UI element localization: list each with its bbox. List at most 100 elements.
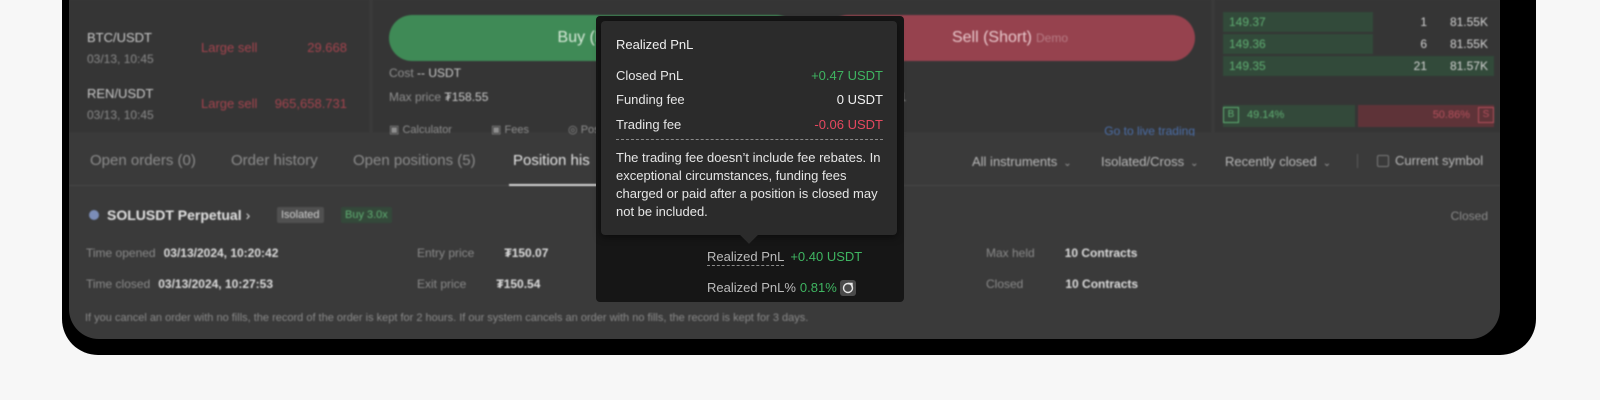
time-opened: Time opened 03/13/2024, 10:20:42	[86, 246, 278, 260]
book-row[interactable]: 149.37 1 81.55K	[1223, 12, 1494, 32]
leverage-badge: Buy 3.0x	[341, 207, 392, 223]
book-qty: 6	[1420, 37, 1427, 51]
chevron-down-icon: ⌄	[1322, 158, 1332, 169]
sort-filter[interactable]: Recently closed ⌄	[1225, 154, 1331, 169]
tab-open-positions[interactable]: Open positions (5)	[353, 152, 476, 169]
entry-price: Entry price ₮150.07	[417, 246, 548, 260]
chevron-down-icon: ⌄	[1063, 158, 1072, 169]
entry-price-value: ₮150.07	[504, 246, 549, 260]
realized-pnl-tooltip: Realized PnL Closed PnL +0.47 USDT Fundi…	[601, 21, 897, 235]
buy-sell-ratio: B 49.14% S 50.86%	[1223, 105, 1494, 127]
closed-pnl-label: Closed PnL	[616, 68, 684, 83]
tooltip-title: Realized PnL	[616, 37, 694, 52]
tab-position-history[interactable]: Position his	[513, 152, 590, 169]
trade-side: Large sell	[201, 96, 258, 111]
tooltip-divider	[616, 139, 883, 140]
realized-pnl[interactable]: Realized PnL +0.40 USDT	[707, 249, 863, 266]
isolated-badge: Isolated	[277, 207, 324, 223]
fees-label: Fees	[504, 124, 529, 136]
realized-pnl-pct-value: 0.81%	[799, 280, 837, 295]
active-tab-underline	[509, 184, 603, 186]
trade-value: 29.668	[307, 40, 347, 55]
sell-ratio-bar	[1358, 105, 1494, 127]
time-opened-label: Time opened	[86, 246, 156, 260]
trade-side: Large sell	[201, 40, 258, 55]
trade-row[interactable]: BTC/USDT 03/13, 10:45 Large sell 29.668	[87, 30, 347, 74]
max-held: Max held 10 Contracts	[986, 246, 1137, 260]
symbol-label: SOLUSDT Perpetual	[107, 207, 242, 223]
book-total: 81.55K	[1449, 15, 1488, 29]
calculator-label: Calculator	[402, 124, 452, 136]
current-symbol-checkbox[interactable]	[1377, 155, 1389, 167]
margin-filter[interactable]: Isolated/Cross ⌄	[1101, 154, 1198, 169]
book-qty: 1	[1420, 15, 1427, 29]
max-held-label: Max held	[986, 246, 1035, 260]
tab-order-history[interactable]: Order history	[231, 152, 318, 169]
chevron-down-icon: ⌄	[1190, 158, 1199, 169]
realized-pnl-value: +0.40 USDT	[790, 249, 863, 264]
sell-badge: S	[1478, 107, 1494, 123]
funding-fee-row: Funding fee 0 USDT	[616, 92, 883, 110]
closed-pnl-value: +0.47 USDT	[811, 68, 883, 83]
time-closed: Time closed 03/13/2024, 10:27:53	[86, 277, 273, 291]
instruments-filter[interactable]: All instruments ⌄	[972, 154, 1072, 169]
max-price-label: Max price	[389, 90, 442, 104]
book-total: 81.57K	[1449, 59, 1488, 73]
tooltip-note: The trading fee doesn’t include fee reba…	[616, 150, 881, 219]
trade-value: 965,658.731	[274, 96, 347, 111]
demo-tag: Demo	[1036, 31, 1069, 45]
current-symbol-label: Current symbol	[1395, 153, 1484, 168]
divider	[1357, 154, 1358, 168]
entry-price-label: Entry price	[417, 246, 475, 260]
buy-badge: B	[1223, 107, 1239, 123]
position-symbol[interactable]: SOLUSDT Perpetual ›	[107, 207, 250, 223]
time-opened-value: 03/13/2024, 10:20:42	[163, 246, 279, 260]
tab-open-orders[interactable]: Open orders (0)	[90, 152, 196, 169]
realized-pnl-pct: Realized PnL% 0.81%	[707, 280, 837, 295]
trade-pair: BTC/USDT	[87, 30, 152, 45]
sol-coin-icon	[89, 210, 99, 220]
buy-ratio-bar	[1223, 105, 1355, 127]
book-price: 149.35	[1229, 59, 1266, 73]
trade-row[interactable]: REN/USDT 03/13, 10:45 Large sell 965,658…	[87, 86, 347, 130]
trade-pair: REN/USDT	[87, 86, 154, 101]
trading-fee-label: Trading fee	[616, 117, 682, 132]
max-held-value: 10 Contracts	[1064, 246, 1138, 260]
book-price: 149.37	[1229, 15, 1266, 29]
trade-time: 03/13, 10:45	[87, 52, 154, 66]
sell-pct: 50.86%	[1432, 109, 1470, 121]
margin-label: Isolated/Cross	[1101, 154, 1185, 169]
recent-trades-panel: BTC/USDT 03/13, 10:45 Large sell 29.668 …	[69, 0, 369, 132]
book-row[interactable]: 149.36 6 81.55K	[1223, 34, 1494, 54]
time-closed-label: Time closed	[86, 277, 151, 291]
book-price: 149.36	[1229, 37, 1266, 51]
exit-price-value: ₮150.54	[496, 277, 541, 291]
sort-label: Recently closed	[1225, 154, 1317, 169]
book-total: 81.55K	[1449, 37, 1488, 51]
max-price-value: ₮158.55	[444, 90, 489, 104]
cost-row: Cost -- USDT	[389, 66, 461, 80]
realized-pnl-label[interactable]: Realized PnL	[707, 249, 785, 266]
footnote: If you cancel an order with no fills, th…	[85, 312, 809, 324]
closed-amount: Closed 10 Contracts	[986, 277, 1138, 291]
closed-pnl-row: Closed PnL +0.47 USDT	[616, 68, 883, 86]
fees-link[interactable]: ▣ Fees	[491, 124, 547, 136]
share-icon[interactable]	[840, 280, 856, 296]
time-closed-value: 03/13/2024, 10:27:53	[158, 277, 274, 291]
closed-value: 10 Contracts	[1065, 277, 1139, 291]
book-qty: 21	[1413, 59, 1427, 73]
trading-fee-row: Trading fee -0.06 USDT	[616, 117, 883, 135]
funding-fee-value: 0 USDT	[836, 92, 883, 107]
buy-pct: 49.14%	[1247, 109, 1285, 121]
closed-label: Closed	[986, 277, 1024, 291]
cost-value: -- USDT	[417, 66, 462, 80]
sell-label: Sell (Short)	[951, 29, 1032, 46]
book-row[interactable]: 149.35 21 81.57K	[1223, 56, 1494, 76]
status-badge: Closed	[1450, 209, 1488, 223]
cost-label: Cost	[389, 66, 414, 80]
exit-price-label: Exit price	[417, 277, 467, 291]
calculator-link[interactable]: ▣ Calculator	[389, 124, 470, 136]
instruments-label: All instruments	[972, 154, 1058, 169]
realized-pnl-pct-label: Realized PnL%	[707, 280, 796, 295]
order-book: 149.37 1 81.55K 149.36 6 81.55K 149.35 2…	[1215, 0, 1500, 132]
